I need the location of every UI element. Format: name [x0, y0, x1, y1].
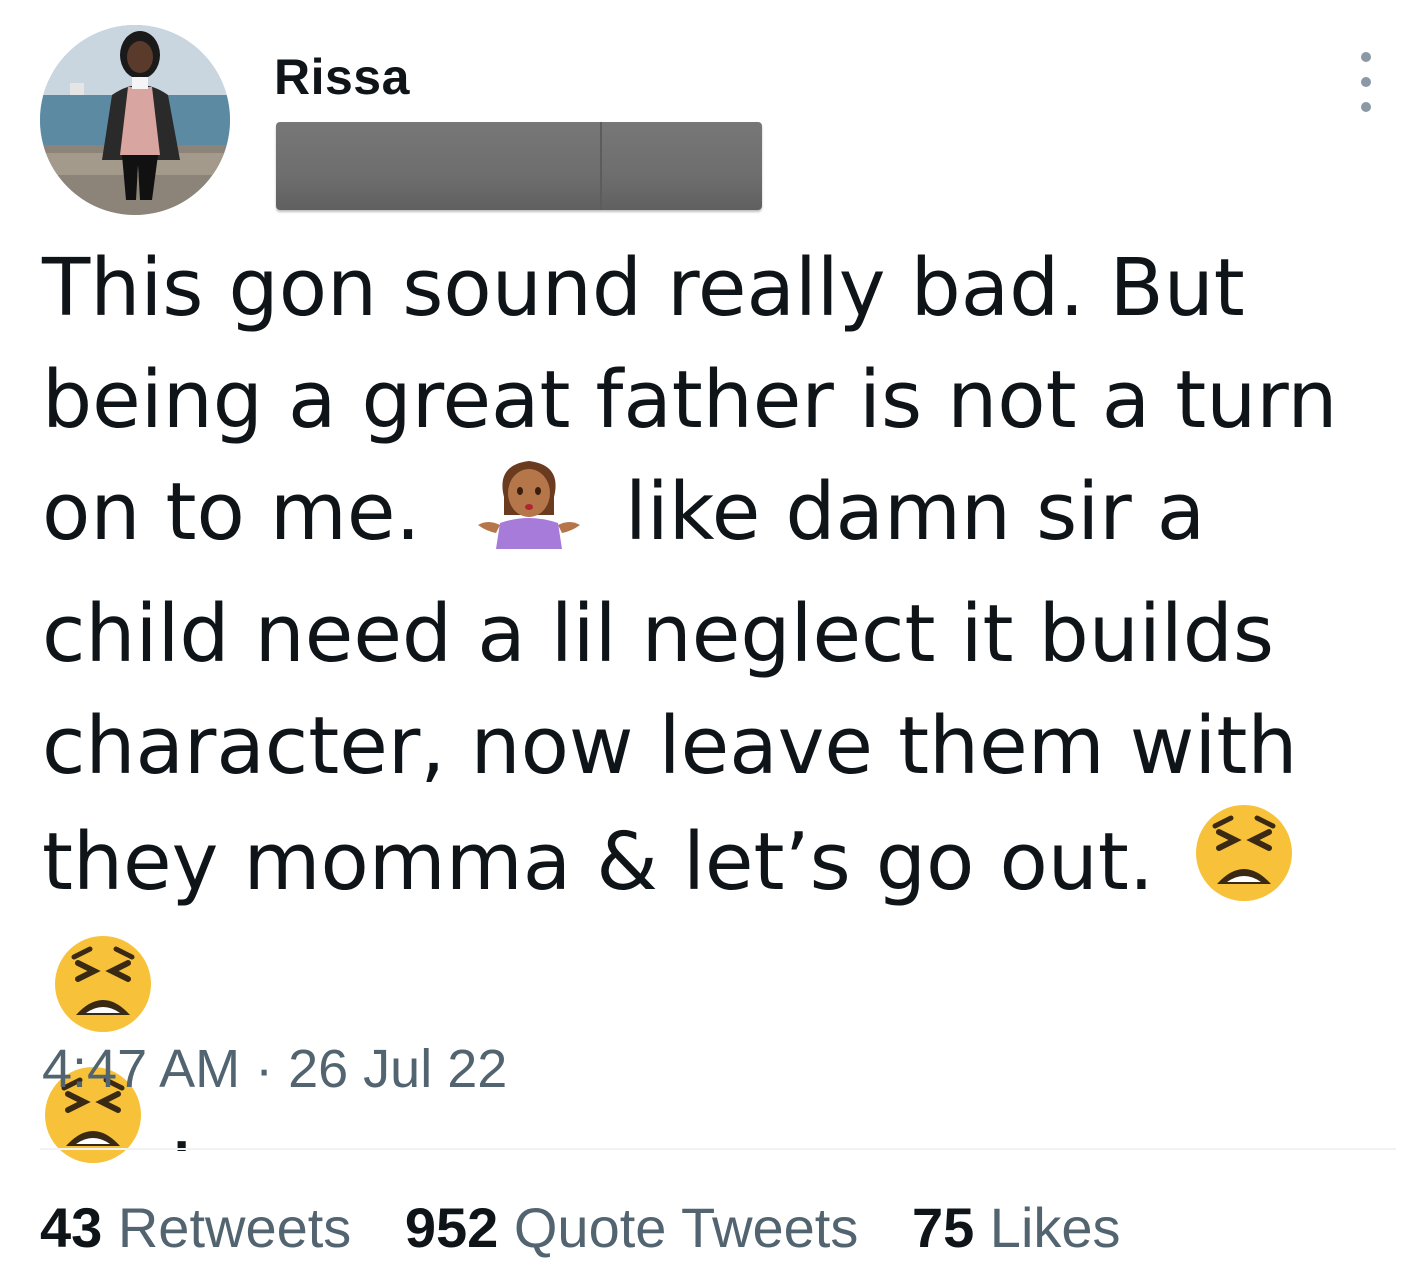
likes-count: 75 — [911, 1196, 975, 1259]
author-display-name[interactable]: Rissa — [274, 48, 410, 106]
divider — [40, 1148, 1396, 1150]
redaction-seam — [600, 122, 602, 210]
tweet-line: character, now leave them with — [42, 700, 1298, 793]
tweet-line: they momma & let’s go out. — [42, 802, 1372, 1064]
more-options-button[interactable] — [1346, 52, 1386, 112]
tweet-line: child need a lil neglect it builds — [42, 588, 1275, 681]
tweet-line: on to me. like damn sir a — [42, 456, 1372, 578]
quote-tweets-stat[interactable]: 952 Quote Tweets — [405, 1195, 859, 1260]
tweet-stats: 43 Retweets 952 Quote Tweets 75 Likes — [40, 1195, 1159, 1260]
tweet-segment: on to me. — [42, 466, 421, 558]
retweets-label: Retweets — [117, 1196, 352, 1259]
tired-face-emoji — [1193, 802, 1295, 933]
tweet-line: being a great father is not a turn — [42, 354, 1338, 446]
tweet-header: Rissa — [0, 0, 1411, 230]
avatar[interactable] — [40, 25, 230, 215]
likes-stat[interactable]: 75 Likes — [912, 1195, 1121, 1260]
vertical-ellipsis-icon — [1361, 102, 1371, 112]
redacted-handle — [276, 122, 762, 210]
tweet-segment: like damn sir a — [624, 466, 1206, 558]
avatar-photo — [40, 25, 230, 215]
woman-shrugging-emoji — [476, 457, 582, 578]
quote-tweets-count: 952 — [404, 1196, 499, 1259]
tweet-line: This gon sound really bad. But — [42, 242, 1245, 334]
likes-label: Likes — [989, 1196, 1121, 1259]
quote-tweets-label: Quote Tweets — [513, 1196, 859, 1259]
vertical-ellipsis-icon — [1361, 52, 1371, 62]
retweets-count: 43 — [40, 1196, 103, 1259]
tweet-segment: they momma & let’s go out. — [42, 816, 1154, 908]
retweets-stat[interactable]: 43 Retweets — [40, 1195, 351, 1260]
tweet-timestamp[interactable]: 4:47 AM · 26 Jul 22 — [42, 1038, 507, 1100]
vertical-ellipsis-icon — [1361, 77, 1371, 87]
